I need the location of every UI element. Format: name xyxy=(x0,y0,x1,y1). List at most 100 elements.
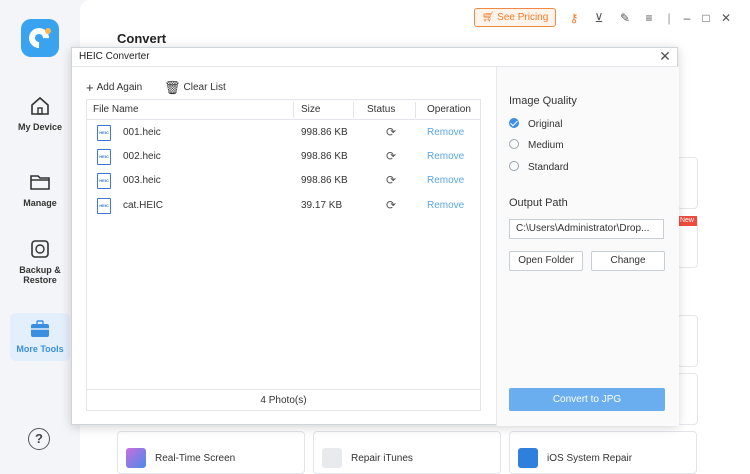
screen-icon xyxy=(126,448,146,468)
sidebar-item-label-line1: Backup & xyxy=(19,265,61,275)
heic-file-icon xyxy=(97,149,111,165)
column-divider xyxy=(353,102,354,118)
tool-card[interactable] xyxy=(677,373,698,425)
column-header-operation[interactable]: Operation xyxy=(427,104,471,115)
quality-option-medium[interactable]: Medium xyxy=(509,139,564,151)
close-icon[interactable]: ✕ xyxy=(657,48,673,64)
tool-label: iOS System Repair xyxy=(547,453,633,464)
remove-link[interactable]: Remove xyxy=(427,127,464,138)
table-header: File Name Size Status Operation xyxy=(87,100,480,120)
quality-option-label: Original xyxy=(528,119,563,130)
refresh-icon: ⟳ xyxy=(386,125,397,139)
open-folder-button[interactable]: Open Folder xyxy=(509,251,583,271)
heic-file-icon xyxy=(97,198,111,214)
column-header-file-name[interactable]: File Name xyxy=(93,104,139,115)
file-name: cat.HEIC xyxy=(123,200,164,211)
minimize-icon[interactable]: – xyxy=(680,11,694,25)
file-size: 998.86 KB xyxy=(301,175,348,186)
file-size: 998.86 KB xyxy=(301,151,348,162)
key-icon[interactable]: ⚷ xyxy=(567,11,581,25)
trash-icon: 🗑︎ xyxy=(164,80,181,95)
backup-icon xyxy=(31,240,49,258)
radio-checked-icon xyxy=(509,118,519,128)
file-size: 998.86 KB xyxy=(301,127,348,138)
app-logo xyxy=(21,19,59,57)
file-size: 39.17 KB xyxy=(301,200,343,211)
new-badge: New xyxy=(677,216,697,226)
wrench-icon xyxy=(322,448,342,468)
tool-card-repair-itunes[interactable]: Repair iTunes xyxy=(313,431,501,474)
sidebar-item-my-device[interactable]: My Device xyxy=(0,95,80,132)
tool-label: Real-Time Screen xyxy=(155,453,236,464)
radio-icon xyxy=(509,161,519,171)
sidebar-item-backup-restore[interactable]: Backup & Restore xyxy=(0,238,80,285)
quality-option-original[interactable]: Original xyxy=(509,118,562,130)
change-button[interactable]: Change xyxy=(591,251,665,271)
divider: | xyxy=(667,11,671,25)
tool-card[interactable] xyxy=(677,157,698,209)
table-row[interactable]: cat.HEIC 39.17 KB ⟳ Remove xyxy=(87,194,480,218)
refresh-icon: ⟳ xyxy=(386,198,397,212)
file-name: 003.heic xyxy=(123,175,161,186)
quality-option-label: Medium xyxy=(528,140,564,151)
image-quality-label: Image Quality xyxy=(509,95,577,107)
toolbox-icon xyxy=(31,320,49,337)
photo-count: 4 Photo(s) xyxy=(87,389,480,411)
quality-option-label: Standard xyxy=(528,162,569,173)
remove-link[interactable]: Remove xyxy=(427,175,464,186)
file-name: 001.heic xyxy=(123,127,161,138)
sidebar-item-more-tools[interactable]: More Tools xyxy=(10,313,70,361)
download-icon[interactable]: ⊻ xyxy=(592,11,606,25)
folder-icon xyxy=(30,175,50,190)
pricing-label: See Pricing xyxy=(497,12,549,23)
menu-icon[interactable]: ≡ xyxy=(642,11,656,25)
tool-card[interactable] xyxy=(677,315,698,367)
convert-to-jpg-button[interactable]: Convert to JPG xyxy=(509,388,665,411)
sidebar: My Device Manage Backup & Restore More T… xyxy=(0,0,80,474)
page-title: Convert xyxy=(117,31,167,46)
quality-option-standard[interactable]: Standard xyxy=(509,161,569,173)
column-divider xyxy=(415,102,416,118)
output-path-label: Output Path xyxy=(509,197,568,209)
heic-converter-dialog: HEIC Converter ✕ + Add Again 🗑︎ Clear List… xyxy=(71,47,679,426)
file-list-pane: + Add Again 🗑︎ Clear List File Name Size S… xyxy=(72,67,496,426)
plus-icon: + xyxy=(86,80,94,95)
sidebar-item-label: My Device xyxy=(17,122,63,132)
file-table: File Name Size Status Operation 001.heic… xyxy=(86,99,481,411)
close-window-icon[interactable]: ✕ xyxy=(719,11,733,25)
settings-pane: Image Quality Original Medium Standard O… xyxy=(496,67,679,426)
home-icon xyxy=(31,96,49,115)
cart-icon: 🛒︎ xyxy=(481,12,495,23)
sidebar-item-label: More Tools xyxy=(16,344,64,354)
remove-link[interactable]: Remove xyxy=(427,200,464,211)
see-pricing-button[interactable]: 🛒︎ See Pricing xyxy=(474,8,556,27)
radio-icon xyxy=(509,139,519,149)
table-row[interactable]: 003.heic 998.86 KB ⟳ Remove xyxy=(87,169,480,193)
column-header-size[interactable]: Size xyxy=(301,104,320,115)
maximize-icon[interactable]: □ xyxy=(699,11,713,25)
help-icon[interactable]: ? xyxy=(28,428,50,450)
sidebar-item-manage[interactable]: Manage xyxy=(0,171,80,208)
heic-file-icon xyxy=(97,125,111,141)
column-divider xyxy=(293,102,294,118)
output-path-field[interactable]: C:\Users\Administrator\Drop... xyxy=(509,219,664,239)
clear-list-button[interactable]: 🗑︎ Clear List xyxy=(164,80,226,96)
heic-file-icon xyxy=(97,173,111,189)
column-header-status[interactable]: Status xyxy=(367,104,395,115)
sidebar-item-label: Manage xyxy=(23,198,57,208)
add-again-button[interactable]: + Add Again xyxy=(86,80,142,95)
repair-icon xyxy=(518,448,538,468)
app-window: My Device Manage Backup & Restore More T… xyxy=(0,0,750,474)
add-again-label: Add Again xyxy=(96,82,143,93)
refresh-icon: ⟳ xyxy=(386,149,397,163)
refresh-icon: ⟳ xyxy=(386,173,397,187)
table-row[interactable]: 002.heic 998.86 KB ⟳ Remove xyxy=(87,145,480,169)
table-row[interactable]: 001.heic 998.86 KB ⟳ Remove xyxy=(87,121,480,145)
remove-link[interactable]: Remove xyxy=(427,151,464,162)
tool-card-ios-system-repair[interactable]: iOS System Repair xyxy=(509,431,697,474)
clear-list-label: Clear List xyxy=(183,82,226,93)
tool-card-real-time-screen[interactable]: Real-Time Screen xyxy=(117,431,305,474)
tool-label: Repair iTunes xyxy=(351,453,413,464)
feedback-icon[interactable]: ✎ xyxy=(618,11,632,25)
dialog-title: HEIC Converter xyxy=(79,51,150,62)
